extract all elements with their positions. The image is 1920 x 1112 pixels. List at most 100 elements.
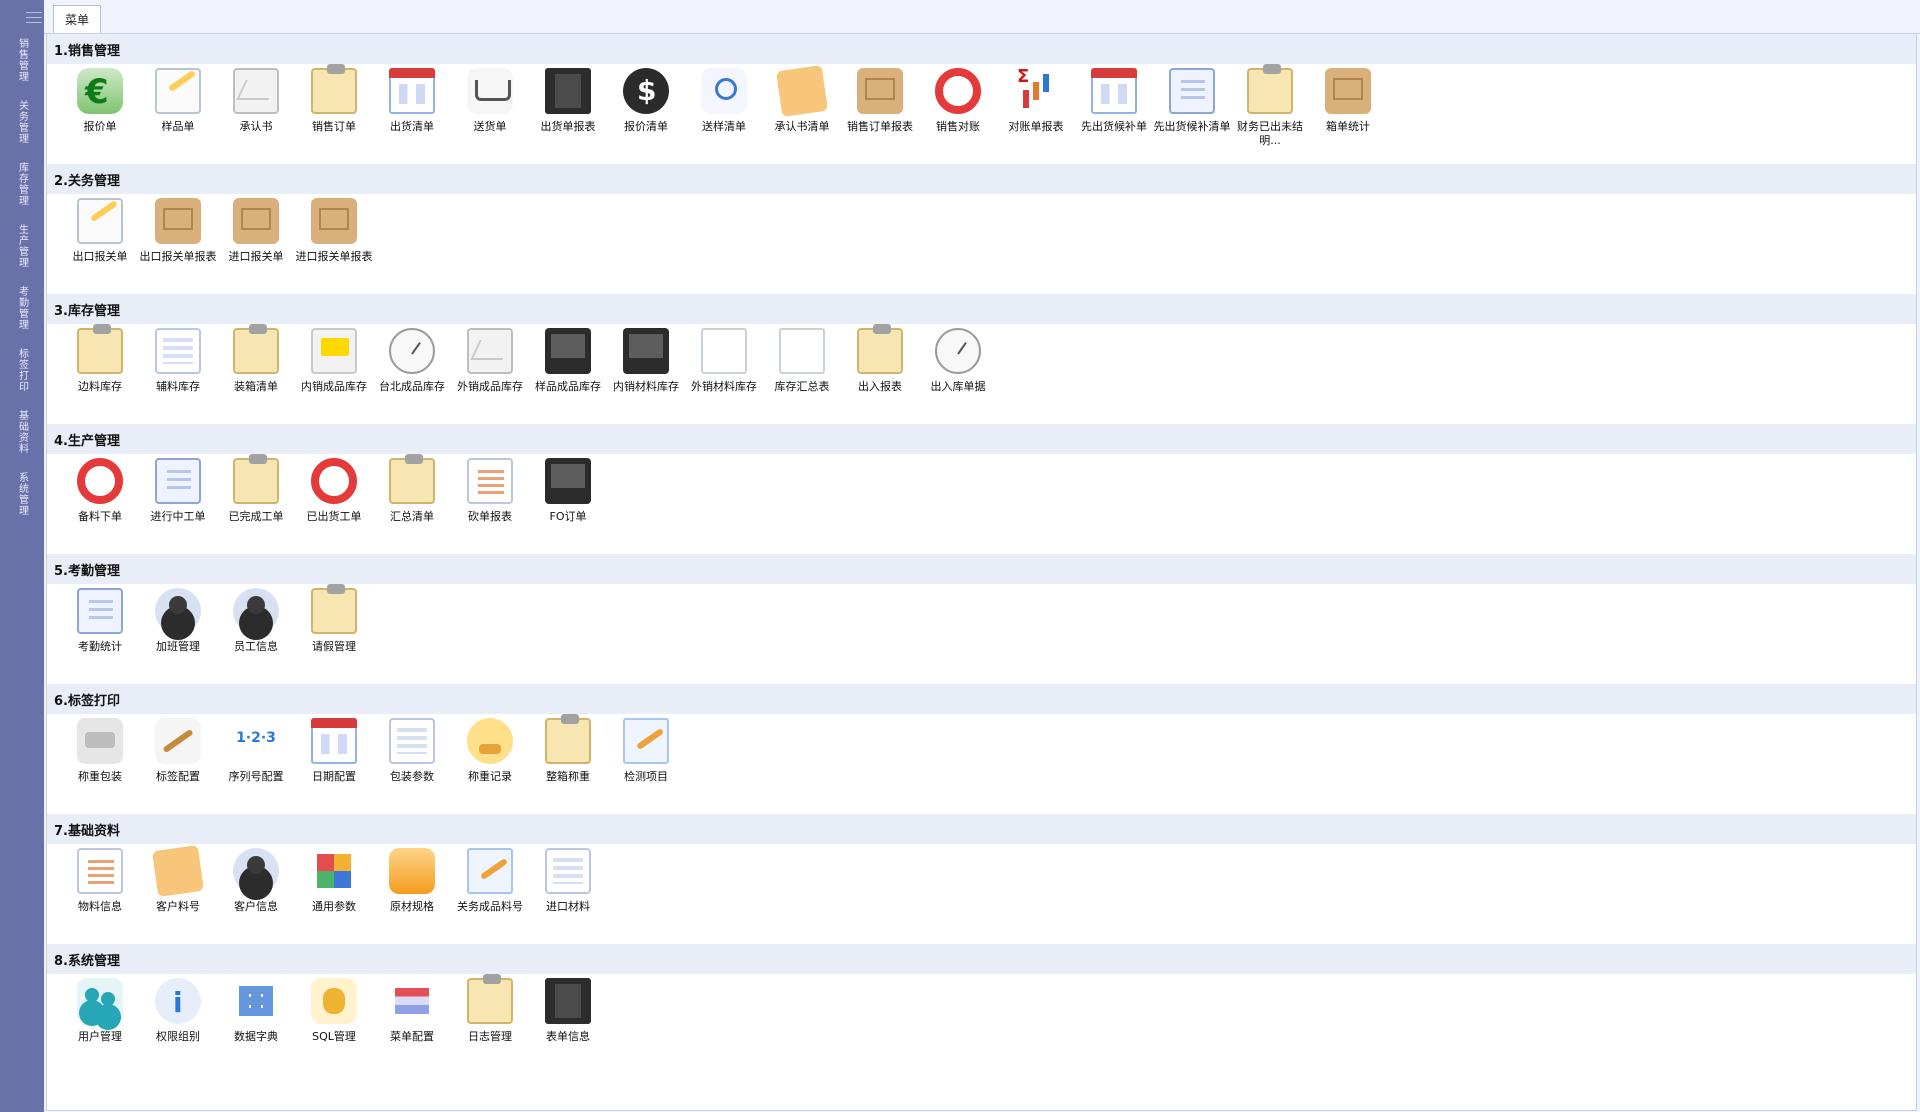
menu-tile[interactable]: 报价单 xyxy=(61,64,139,164)
sidebar-item-production[interactable]: 生产管理 xyxy=(0,224,44,286)
menu-tile[interactable]: 边料库存 xyxy=(61,324,139,424)
menu-tile[interactable]: 辅料库存 xyxy=(139,324,217,424)
menu-tile[interactable]: 备料下单 xyxy=(61,454,139,554)
menu-tile[interactable]: SQL管理 xyxy=(295,974,373,1074)
yellowscreen-icon-shape xyxy=(311,328,357,374)
menu-tile[interactable]: 先出货候补单 xyxy=(1075,64,1153,164)
menu-tile[interactable]: 标签配置 xyxy=(139,714,217,814)
menu-tile-label: 称重包装 xyxy=(78,770,122,783)
menu-tile[interactable]: 日志管理 xyxy=(451,974,529,1074)
menu-tile[interactable]: 送样清单 xyxy=(685,64,763,164)
sidebar-item-system[interactable]: 系统管理 xyxy=(0,472,44,534)
menu-tile-label: 进行中工单 xyxy=(150,510,206,523)
menu-toggle-icon[interactable] xyxy=(26,12,42,24)
cart-icon xyxy=(467,68,513,114)
menu-tile[interactable]: 已出货工单 xyxy=(295,454,373,554)
menu-tile[interactable]: 已完成工单 xyxy=(217,454,295,554)
menu-tile-label: 客户信息 xyxy=(234,900,278,913)
sidebar-item-inventory[interactable]: 库存管理 xyxy=(0,162,44,224)
menu-tile-label: 报价清单 xyxy=(624,120,668,133)
sidebar-item-label: 生产管理 xyxy=(16,224,28,268)
menu-tile[interactable]: 员工信息 xyxy=(217,584,295,684)
menu-tile[interactable]: 数据字典 xyxy=(217,974,295,1074)
menu-tile[interactable]: 出入报表 xyxy=(841,324,919,424)
menu-tile[interactable]: 请假管理 xyxy=(295,584,373,684)
menu-tile[interactable]: 通用参数 xyxy=(295,844,373,944)
menu-tile[interactable]: 原材规格 xyxy=(373,844,451,944)
checklist-icon-shape xyxy=(1169,68,1215,114)
note-icon-shape xyxy=(776,65,828,117)
menu-tile-label: 内销成品库存 xyxy=(301,380,367,393)
doclist-icon-shape xyxy=(77,848,123,894)
menu-tile[interactable]: 出口报关单 xyxy=(61,194,139,294)
menu-tile[interactable]: 外销成品库存 xyxy=(451,324,529,424)
menu-tile[interactable]: 样品单 xyxy=(139,64,217,164)
menu-tile[interactable]: 关务成品料号 xyxy=(451,844,529,944)
menu-tile[interactable]: 称重包装 xyxy=(61,714,139,814)
menu-tile[interactable]: 检测项目 xyxy=(607,714,685,814)
menu-tile[interactable]: 权限组别 xyxy=(139,974,217,1074)
sidebar-item-customs[interactable]: 关务管理 xyxy=(0,100,44,162)
menu-tile[interactable]: 报价清单 xyxy=(607,64,685,164)
group-title: 4.生产管理 xyxy=(47,424,1916,454)
menu-tile[interactable]: 外销材料库存 xyxy=(685,324,763,424)
menu-tile[interactable]: 装箱清单 xyxy=(217,324,295,424)
sidebar-item-label: 考勤管理 xyxy=(16,286,28,330)
menu-tile[interactable]: FO订单 xyxy=(529,454,607,554)
menu-tile[interactable]: 汇总清单 xyxy=(373,454,451,554)
menu-tile[interactable]: 包装参数 xyxy=(373,714,451,814)
menu-tile[interactable]: 日期配置 xyxy=(295,714,373,814)
menu-tile[interactable]: 出口报关单报表 xyxy=(139,194,217,294)
menu-tile[interactable]: 箱单统计 xyxy=(1309,64,1387,164)
menu-tile[interactable]: 用户管理 xyxy=(61,974,139,1074)
menu-tile[interactable]: 内销成品库存 xyxy=(295,324,373,424)
menu-tile[interactable]: 财务已出未结明... xyxy=(1231,64,1309,164)
menu-tile[interactable]: 客户料号 xyxy=(139,844,217,944)
menu-tile[interactable]: 先出货候补清单 xyxy=(1153,64,1231,164)
menu-tile[interactable]: 出货单报表 xyxy=(529,64,607,164)
menu-tile[interactable]: 台北成品库存 xyxy=(373,324,451,424)
box-icon xyxy=(155,198,201,244)
menu-tile[interactable]: 库存汇总表 xyxy=(763,324,841,424)
menu-tile[interactable]: 进口报关单 xyxy=(217,194,295,294)
menu-tile[interactable]: 称重记录 xyxy=(451,714,529,814)
menu-tile[interactable]: 对账单报表 xyxy=(997,64,1075,164)
menu-tile[interactable]: 销售对账 xyxy=(919,64,997,164)
main-area: 菜单 1.销售管理报价单 样品单 承认书 销售订单 出货清单 送货单 出货单报表 报价清单 送样… xyxy=(44,0,1920,1112)
menu-tile[interactable]: 考勤统计 xyxy=(61,584,139,684)
tab-menu[interactable]: 菜单 xyxy=(53,5,101,33)
menu-tile-label: 出口报关单报表 xyxy=(139,250,217,263)
menu-tile[interactable]: 加班管理 xyxy=(139,584,217,684)
menu-tile[interactable]: 物料信息 xyxy=(61,844,139,944)
menu-tile[interactable]: 出入库单据 xyxy=(919,324,997,424)
search-icon-shape xyxy=(701,68,747,114)
sidebar-item-labels[interactable]: 标签打印 xyxy=(0,348,44,410)
menu-tile[interactable]: 进口材料 xyxy=(529,844,607,944)
menu-tile[interactable]: 菜单配置 xyxy=(373,974,451,1074)
menu-tile[interactable]: 出货清单 xyxy=(373,64,451,164)
menu-tile[interactable]: 内销材料库存 xyxy=(607,324,685,424)
tab-label: 菜单 xyxy=(64,13,89,27)
menu-tile[interactable]: 销售订单报表 xyxy=(841,64,919,164)
clock-icon xyxy=(935,328,981,374)
menu-tile[interactable]: 送货单 xyxy=(451,64,529,164)
menu-tile[interactable]: 砍单报表 xyxy=(451,454,529,554)
lifebuoy-icon xyxy=(77,458,123,504)
menu-tile-label: 加班管理 xyxy=(156,640,200,653)
sidebar-item-basic-data[interactable]: 基础资料 xyxy=(0,410,44,472)
menu-tile[interactable]: 进行中工单 xyxy=(139,454,217,554)
menu-tile[interactable]: 进口报关单报表 xyxy=(295,194,373,294)
sidebar-item-sales[interactable]: 销售管理 xyxy=(0,38,44,100)
menu-tile-label: 表单信息 xyxy=(546,1030,590,1043)
menu-tile[interactable]: 整箱称重 xyxy=(529,714,607,814)
menu-tile[interactable]: 样品成品库存 xyxy=(529,324,607,424)
menu-tile[interactable]: 销售订单 xyxy=(295,64,373,164)
clipboard-icon xyxy=(233,324,279,374)
lifebuoy-icon-shape xyxy=(935,68,981,114)
menu-tile[interactable]: 承认书 xyxy=(217,64,295,164)
menu-tile[interactable]: 表单信息 xyxy=(529,974,607,1074)
menu-tile[interactable]: 客户信息 xyxy=(217,844,295,944)
menu-tile[interactable]: 承认书清单 xyxy=(763,64,841,164)
menu-tile[interactable]: 序列号配置 xyxy=(217,714,295,814)
sidebar-item-attendance[interactable]: 考勤管理 xyxy=(0,286,44,348)
